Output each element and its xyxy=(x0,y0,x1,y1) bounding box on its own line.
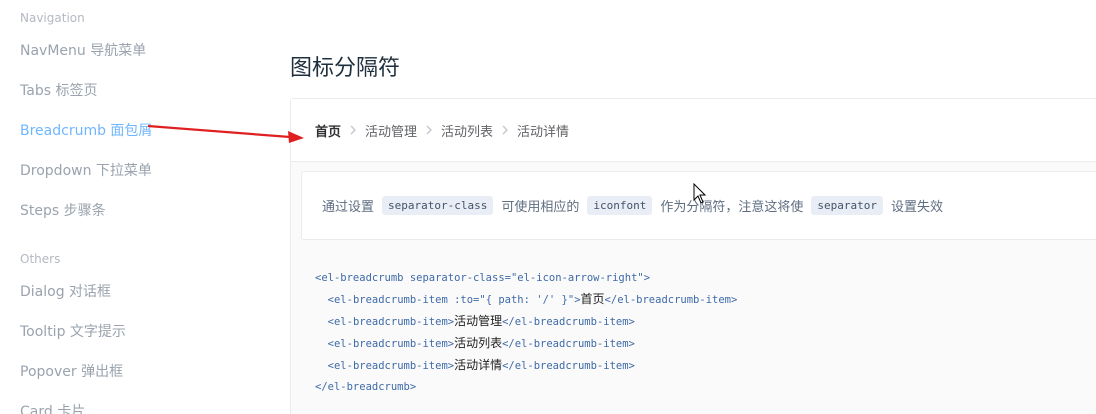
code-line: <el-breadcrumb separator-class="el-icon-… xyxy=(315,272,651,284)
code-line: </el-breadcrumb-item> xyxy=(502,316,635,328)
demo-block: 首页 活动管理 活动列表 活动详情 通过设置 separator-class 可… xyxy=(290,98,1096,414)
description: 通过设置 separator-class 可使用相应的 iconfont 作为分… xyxy=(301,171,1096,240)
description-text: 通过设置 xyxy=(322,200,375,215)
chevron-right-icon xyxy=(341,121,365,139)
inline-code: separator xyxy=(811,196,883,215)
sidebar-item-breadcrumb[interactable]: Breadcrumb 面包屑 xyxy=(20,120,152,142)
inline-code: separator-class xyxy=(382,196,494,215)
code-sample: <el-breadcrumb separator-class="el-icon-… xyxy=(315,268,737,398)
description-text: 可使用相应的 xyxy=(501,200,580,215)
sidebar: Navigation NavMenu 导航菜单 Tabs 标签页 Breadcr… xyxy=(0,0,240,414)
sidebar-group-navigation: Navigation xyxy=(20,11,85,25)
description-text: 作为分隔符，注意这将使 xyxy=(660,200,804,215)
mouse-cursor-icon xyxy=(693,183,707,204)
breadcrumb-item-home[interactable]: 首页 xyxy=(315,121,341,140)
code-text: 首页 xyxy=(580,292,605,306)
sidebar-item-tooltip[interactable]: Tooltip 文字提示 xyxy=(20,321,126,343)
sidebar-item-card[interactable]: Card 卡片 xyxy=(20,401,85,414)
sidebar-item-steps[interactable]: Steps 步骤条 xyxy=(20,200,106,222)
breadcrumb-item-activity-management: 活动管理 xyxy=(365,124,418,140)
sidebar-item-dropdown[interactable]: Dropdown 下拉菜单 xyxy=(20,160,152,182)
sidebar-item-navmenu[interactable]: NavMenu 导航菜单 xyxy=(20,40,146,62)
chevron-right-icon xyxy=(493,121,517,139)
breadcrumb-item-activity-list: 活动列表 xyxy=(441,124,494,140)
code-line: </el-breadcrumb-item> xyxy=(604,294,738,306)
code-line: </el-breadcrumb-item> xyxy=(502,360,635,372)
code-line: <el-breadcrumb-item> xyxy=(327,338,455,350)
sidebar-item-tabs[interactable]: Tabs 标签页 xyxy=(20,80,97,102)
breadcrumb: 首页 活动管理 活动列表 活动详情 xyxy=(315,121,570,140)
description-text: 设置失效 xyxy=(890,200,943,215)
breadcrumb-item-activity-detail: 活动详情 xyxy=(517,124,570,140)
inline-code: iconfont xyxy=(587,196,653,215)
chevron-right-icon xyxy=(417,121,441,139)
code-text: 活动详情 xyxy=(454,358,503,372)
code-line: <el-breadcrumb-item :to="{ path: '/' }"> xyxy=(327,294,581,306)
sidebar-item-dialog[interactable]: Dialog 对话框 xyxy=(20,281,111,303)
code-line: </el-breadcrumb> xyxy=(315,381,417,393)
code-line: <el-breadcrumb-item> xyxy=(327,316,455,328)
page-title: 图标分隔符 xyxy=(290,56,401,81)
sidebar-group-others: Others xyxy=(20,252,61,266)
code-line: </el-breadcrumb-item> xyxy=(502,338,635,350)
code-text: 活动列表 xyxy=(454,336,503,350)
demo-source: 首页 活动管理 活动列表 活动详情 xyxy=(291,99,1096,162)
code-line: <el-breadcrumb-item> xyxy=(327,360,455,372)
sidebar-item-popover[interactable]: Popover 弹出框 xyxy=(20,361,123,383)
code-text: 活动管理 xyxy=(454,314,503,328)
main-content: 图标分隔符 首页 活动管理 活动列表 活动详情 通过设置 separator-c… xyxy=(290,0,1096,414)
